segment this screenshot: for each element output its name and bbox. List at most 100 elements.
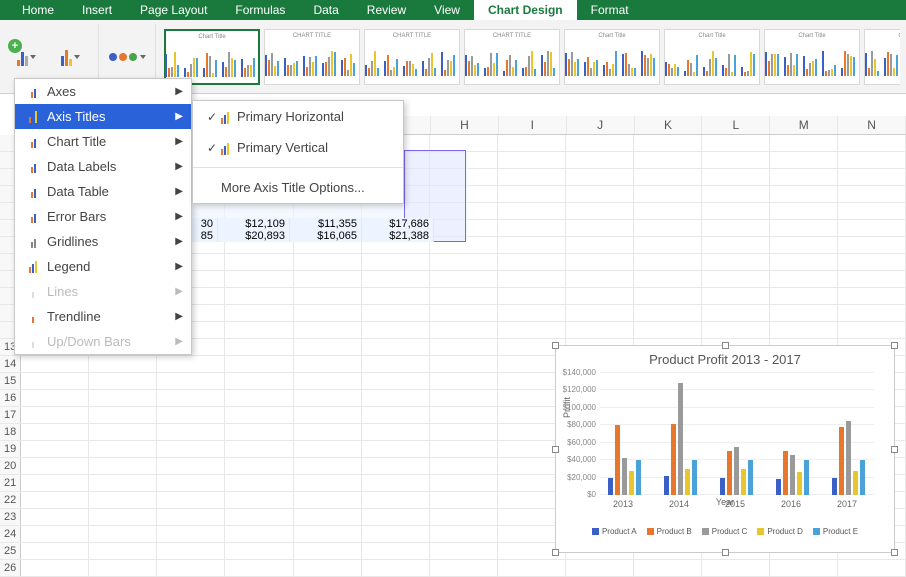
chart-bar[interactable]: [629, 471, 634, 495]
cell[interactable]: [294, 407, 362, 423]
cell[interactable]: [294, 424, 362, 440]
cell[interactable]: [498, 220, 566, 236]
cell[interactable]: [498, 203, 566, 219]
cell[interactable]: [702, 169, 770, 185]
cell[interactable]: [498, 169, 566, 185]
cell[interactable]: [362, 322, 430, 338]
cell[interactable]: [702, 271, 770, 287]
cell[interactable]: [838, 305, 906, 321]
cell[interactable]: [770, 288, 838, 304]
cell[interactable]: [498, 135, 566, 151]
cell[interactable]: [21, 526, 89, 542]
cell[interactable]: [21, 492, 89, 508]
cell[interactable]: [157, 356, 225, 372]
cell[interactable]: [89, 424, 157, 440]
cell[interactable]: [430, 390, 498, 406]
column-header[interactable]: M: [770, 116, 838, 134]
chart-bar[interactable]: [685, 469, 690, 495]
cell[interactable]: [225, 458, 293, 474]
menu-item-legend[interactable]: Legend▶: [15, 254, 191, 279]
menu-item-data-labels[interactable]: Data Labels▶: [15, 154, 191, 179]
cell[interactable]: [157, 390, 225, 406]
cell[interactable]: [21, 458, 89, 474]
cell[interactable]: [430, 254, 498, 270]
cell[interactable]: [225, 339, 293, 355]
cell[interactable]: [770, 220, 838, 236]
cell[interactable]: [157, 526, 225, 542]
chart-bar[interactable]: [846, 421, 851, 495]
cell[interactable]: [566, 237, 634, 253]
cell[interactable]: [838, 322, 906, 338]
row-header[interactable]: 22: [0, 492, 21, 508]
cell[interactable]: [430, 305, 498, 321]
cell[interactable]: [498, 288, 566, 304]
chart-bar[interactable]: [797, 472, 802, 495]
menu-item-error-bars[interactable]: Error Bars▶: [15, 204, 191, 229]
chart-bar[interactable]: [727, 451, 732, 495]
cell[interactable]: [566, 152, 634, 168]
cell[interactable]: [157, 543, 225, 559]
change-colors-button[interactable]: [107, 37, 147, 77]
legend-item[interactable]: Product A: [592, 527, 637, 536]
cell[interactable]: [225, 424, 293, 440]
cell[interactable]: [430, 424, 498, 440]
chart-bar[interactable]: [636, 460, 641, 495]
column-header[interactable]: I: [499, 116, 567, 134]
cell[interactable]: [89, 509, 157, 525]
chart-bar[interactable]: [748, 460, 753, 495]
cell[interactable]: [634, 135, 702, 151]
cell[interactable]: [89, 441, 157, 457]
chart-bar[interactable]: [692, 460, 697, 495]
cell[interactable]: [225, 373, 293, 389]
cell[interactable]: [702, 186, 770, 202]
cell[interactable]: [294, 543, 362, 559]
cell[interactable]: [770, 135, 838, 151]
tab-formulas[interactable]: Formulas: [221, 0, 299, 20]
cell[interactable]: [89, 390, 157, 406]
menu-item-axis-titles[interactable]: Axis Titles▶: [15, 104, 191, 129]
cell[interactable]: [702, 237, 770, 253]
cell[interactable]: [362, 458, 430, 474]
chart-legend[interactable]: Product AProduct BProduct CProduct DProd…: [556, 527, 894, 536]
cell[interactable]: [89, 560, 157, 576]
submenu-item-primary-horizontal[interactable]: ✓Primary Horizontal: [193, 101, 403, 132]
chart-style-thumb[interactable]: Chart Title: [564, 29, 660, 85]
chart-bar[interactable]: [860, 460, 865, 495]
row-header[interactable]: 19: [0, 441, 21, 457]
cell[interactable]: [770, 186, 838, 202]
cell[interactable]: [838, 254, 906, 270]
tab-review[interactable]: Review: [353, 0, 420, 20]
chart-style-thumb[interactable]: CHART TITLE: [364, 29, 460, 85]
cell[interactable]: [294, 339, 362, 355]
cell[interactable]: [362, 288, 430, 304]
tab-chart-design[interactable]: Chart Design: [474, 0, 577, 20]
cell[interactable]: [21, 475, 89, 491]
cell[interactable]: [225, 492, 293, 508]
chart-style-thumb[interactable]: CHART TITLE: [264, 29, 360, 85]
cell[interactable]: [157, 560, 225, 576]
cell[interactable]: [498, 254, 566, 270]
cell[interactable]: [430, 135, 498, 151]
cell[interactable]: [362, 373, 430, 389]
row-header[interactable]: 17: [0, 407, 21, 423]
cell[interactable]: [702, 254, 770, 270]
cell[interactable]: [362, 509, 430, 525]
cell[interactable]: [430, 373, 498, 389]
cell[interactable]: [838, 220, 906, 236]
cell[interactable]: [430, 441, 498, 457]
submenu-item-more-options[interactable]: More Axis Title Options...: [193, 172, 403, 203]
chart-style-thumb[interactable]: Chart Title: [164, 29, 260, 85]
cell[interactable]: [362, 254, 430, 270]
chart-bar[interactable]: [622, 458, 627, 495]
chart-bar[interactable]: [734, 447, 739, 495]
cell[interactable]: [89, 373, 157, 389]
tab-format[interactable]: Format: [577, 0, 643, 20]
cell[interactable]: [838, 152, 906, 168]
column-header[interactable]: J: [567, 116, 635, 134]
cell[interactable]: [702, 135, 770, 151]
cell[interactable]: [838, 203, 906, 219]
cell[interactable]: [362, 560, 430, 576]
chart-bar[interactable]: [671, 424, 676, 495]
column-header[interactable]: L: [702, 116, 770, 134]
cell[interactable]: [225, 390, 293, 406]
